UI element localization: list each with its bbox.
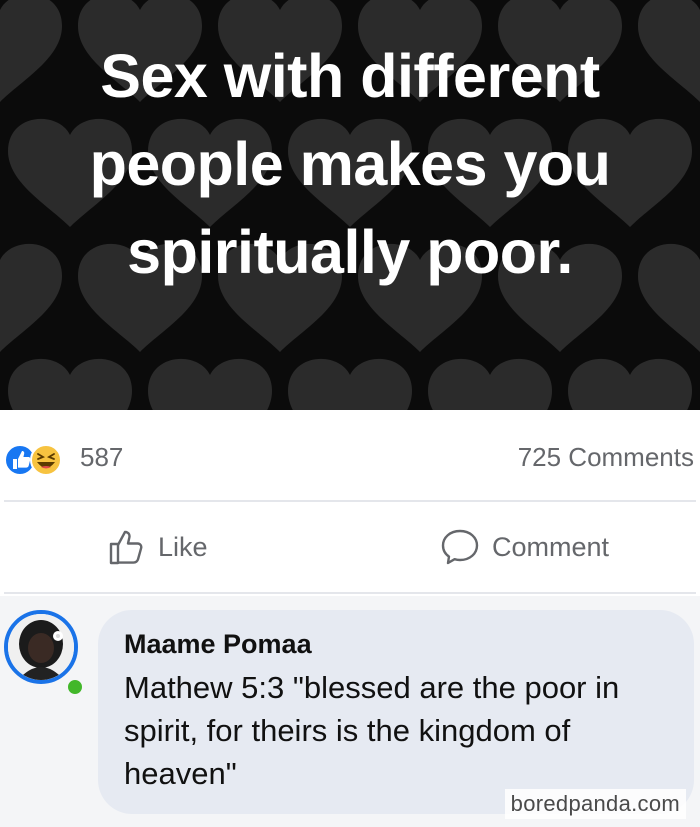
reaction-count[interactable]: 587 bbox=[80, 440, 123, 474]
like-label: Like bbox=[158, 531, 208, 562]
watermark: boredpanda.com bbox=[504, 789, 686, 819]
commenter-name[interactable]: Maame Pomaa bbox=[124, 626, 668, 662]
commenter-avatar[interactable] bbox=[4, 610, 88, 698]
caption-line: spiritually poor. bbox=[127, 218, 573, 286]
caption-line: people makes you bbox=[89, 130, 611, 198]
action-bar: Like Comment bbox=[0, 502, 700, 592]
comment-button[interactable]: Comment bbox=[440, 524, 609, 570]
reactions-bar: 587 725 Comments bbox=[0, 410, 700, 500]
comment-label: Comment bbox=[492, 531, 610, 562]
divider bbox=[4, 592, 696, 594]
comment-bubble: Maame Pomaa Mathew 5:3 "blessed are the … bbox=[98, 610, 694, 814]
post-image: Sex with different people makes you spir… bbox=[0, 0, 700, 410]
online-status-dot bbox=[64, 676, 86, 698]
reaction-icons[interactable] bbox=[2, 440, 72, 480]
avatar bbox=[4, 610, 78, 684]
like-button[interactable]: Like bbox=[108, 524, 208, 570]
comment-section: Maame Pomaa Mathew 5:3 "blessed are the … bbox=[0, 596, 700, 827]
comment-icon bbox=[441, 529, 479, 565]
comment-count[interactable]: 725 Comments bbox=[518, 440, 694, 474]
caption-line: Sex with different bbox=[100, 42, 600, 110]
comment-text: Mathew 5:3 "blessed are the poor in spir… bbox=[124, 670, 620, 791]
laughing-face-icon bbox=[30, 444, 62, 476]
post-caption: Sex with different people makes you spir… bbox=[0, 32, 700, 296]
avatar-photo bbox=[8, 614, 74, 680]
like-icon bbox=[109, 530, 143, 565]
